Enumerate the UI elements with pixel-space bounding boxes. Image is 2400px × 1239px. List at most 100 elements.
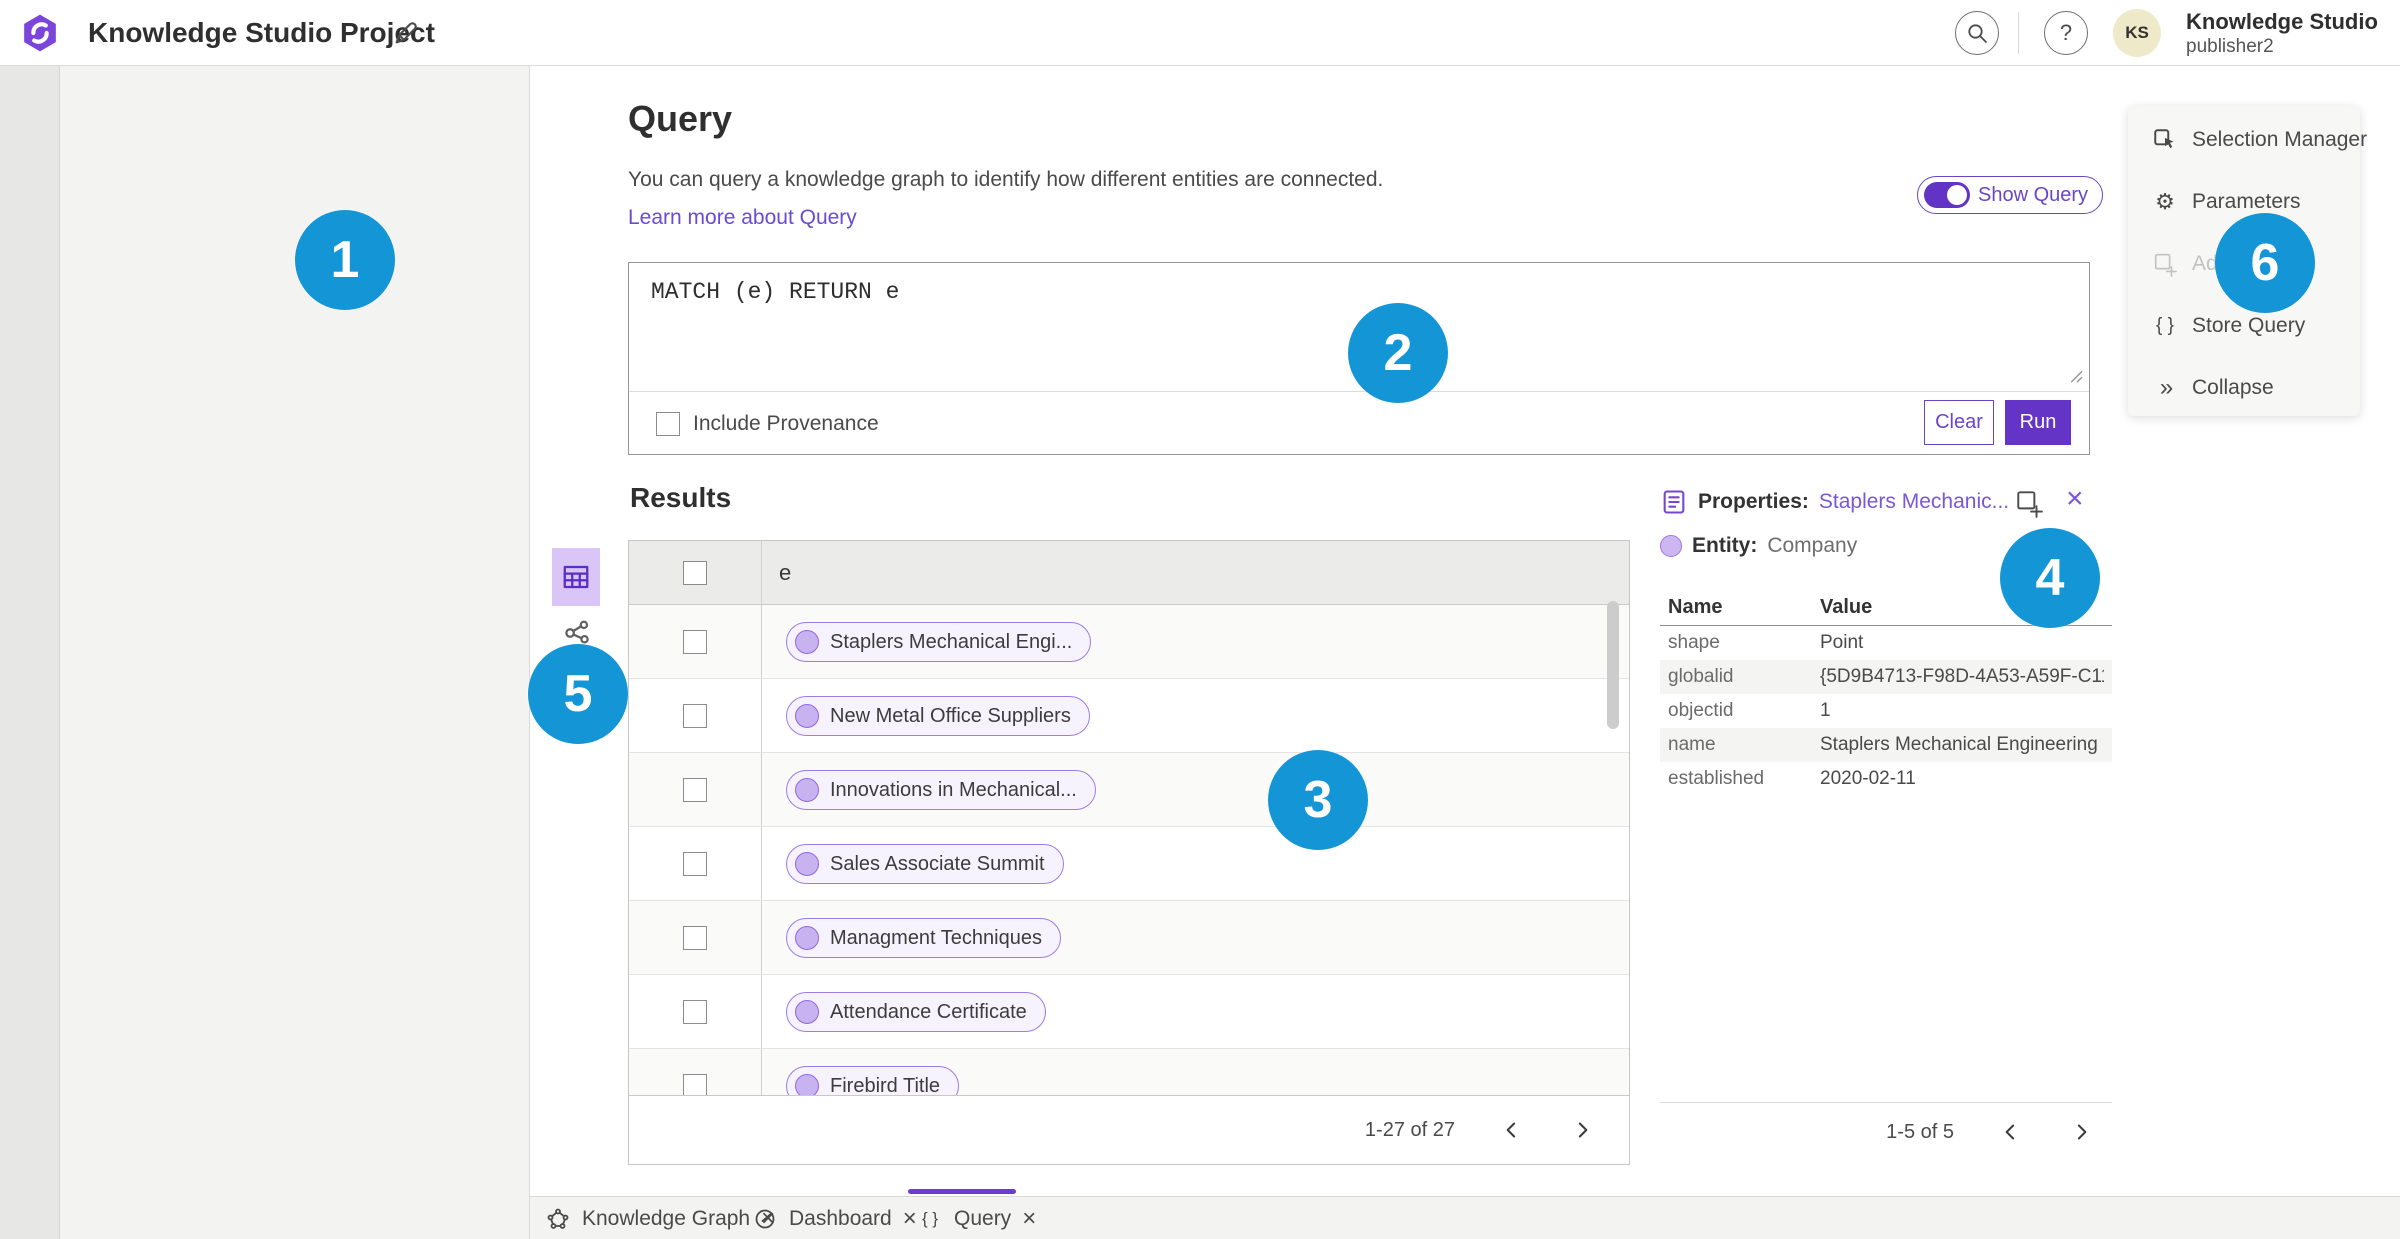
properties-entity-link[interactable]: Staplers Mechanic... — [1819, 490, 2009, 514]
results-table-header: e — [629, 541, 1629, 605]
annotation-badge-1: 1 — [295, 210, 395, 310]
search-button[interactable] — [1955, 11, 1999, 55]
annotation-badge-4: 4 — [2000, 528, 2100, 628]
entity-pill[interactable]: New Metal Office Suppliers — [786, 696, 1090, 736]
help-button[interactable]: ? — [2044, 11, 2088, 55]
entity-dot-icon — [795, 704, 819, 728]
entity-value: Company — [1767, 534, 1858, 557]
vertical-scrollbar-thumb[interactable] — [1607, 601, 1619, 729]
badge-number: 6 — [2250, 234, 2280, 292]
active-tab-indicator — [908, 1189, 1016, 1194]
clear-button[interactable]: Clear — [1924, 400, 1994, 445]
knowledge-studio-app: Knowledge Studio Project ? KS Knowledge … — [0, 0, 2400, 1239]
include-provenance-label: Include Provenance — [693, 412, 879, 435]
table-row[interactable]: Staplers Mechanical Engi... — [629, 605, 1629, 679]
project-title: Knowledge Studio Project — [88, 17, 435, 48]
properties-pagination: 1-5 of 5 — [1660, 1108, 2112, 1156]
tab-knowledge-graph[interactable]: Knowledge Graph × — [545, 1197, 775, 1239]
tab-close-icon[interactable]: × — [1022, 1205, 1036, 1233]
column-separator — [761, 541, 762, 604]
entity-pill[interactable]: Firebird Title — [786, 1066, 960, 1095]
learn-more-link[interactable]: Learn more about Query — [628, 206, 857, 230]
results-heading: Results — [630, 482, 732, 513]
tab-close-icon[interactable]: × — [903, 1205, 917, 1233]
row-checkbox[interactable] — [683, 630, 707, 654]
collapse-item[interactable]: » Collapse — [2128, 357, 2360, 419]
entity-pill-label: Staplers Mechanical Engi... — [830, 630, 1073, 653]
select-all-checkbox[interactable] — [683, 561, 707, 585]
show-query-toggle[interactable]: Show Query — [1917, 176, 2104, 214]
add-to-selection-icon[interactable] — [2014, 488, 2044, 518]
row-checkbox[interactable] — [683, 1074, 707, 1095]
entity-pill-label: New Metal Office Suppliers — [830, 704, 1071, 727]
property-name: shape — [1668, 632, 1720, 653]
page-previous-icon[interactable] — [1499, 1117, 1525, 1143]
entity-pill[interactable]: Attendance Certificate — [786, 992, 1046, 1032]
avatar-initials: KS — [2125, 23, 2149, 42]
col-name-header: Name — [1668, 596, 1723, 618]
property-row: globalid {5D9B4713-F98D-4A53-A59F-C11... — [1660, 660, 2112, 694]
row-checkbox[interactable] — [683, 778, 707, 802]
property-name: established — [1668, 768, 1765, 789]
avatar[interactable]: KS — [2113, 9, 2161, 57]
bottom-tab-strip: Knowledge Graph × Dashboard × { } Query … — [530, 1196, 2400, 1239]
entity-pill[interactable]: Managment Techniques — [786, 918, 1061, 958]
topbar-divider — [2018, 12, 2019, 54]
tab-label: Dashboard — [789, 1206, 892, 1230]
column-header-e: e — [779, 560, 792, 585]
row-checkbox[interactable] — [683, 926, 707, 950]
tab-label: Query — [954, 1206, 1012, 1230]
entity-pill-label: Innovations in Mechanical... — [830, 778, 1077, 801]
braces-icon: { } — [2156, 315, 2174, 336]
properties-page-next-icon[interactable] — [2068, 1119, 2094, 1145]
entity-pill[interactable]: Sales Associate Summit — [786, 844, 1064, 884]
row-checkbox[interactable] — [683, 1000, 707, 1024]
table-row[interactable]: New Metal Office Suppliers — [629, 679, 1629, 753]
tab-query-active[interactable]: { } Query × — [917, 1197, 1036, 1239]
table-row[interactable]: Firebird Title — [629, 1049, 1629, 1095]
entity-pill[interactable]: Staplers Mechanical Engi... — [786, 622, 1092, 662]
tab-dashboard[interactable]: Dashboard × — [752, 1197, 917, 1239]
annotation-badge-2: 2 — [1348, 303, 1448, 403]
annotation-badge-6: 6 — [2215, 213, 2315, 313]
run-button-label: Run — [2019, 411, 2057, 433]
help-icon: ? — [2059, 20, 2073, 45]
entity-type-dot-icon — [1660, 535, 1682, 557]
row-checkbox[interactable] — [683, 704, 707, 728]
page-next-icon[interactable] — [1569, 1117, 1595, 1143]
results-page-count: 1-27 of 27 — [1364, 1118, 1455, 1141]
table-row[interactable]: Sales Associate Summit — [629, 827, 1629, 901]
show-query-label: Show Query — [1978, 183, 2089, 206]
col-value-header: Value — [1820, 596, 1873, 618]
table-row[interactable]: Managment Techniques — [629, 901, 1629, 975]
properties-page-previous-icon[interactable] — [1998, 1119, 2024, 1145]
column-separator — [761, 1049, 762, 1095]
selection-manager-item[interactable]: Selection Manager — [2128, 109, 2367, 171]
property-value: Staplers Mechanical Engineering — [1820, 734, 2098, 755]
table-row[interactable]: Innovations in Mechanical... — [629, 753, 1629, 827]
dashboard-gauge-icon — [752, 1206, 778, 1232]
table-view-button[interactable] — [552, 548, 600, 606]
row-checkbox[interactable] — [683, 852, 707, 876]
resize-grip-icon[interactable] — [2065, 365, 2085, 385]
column-separator — [761, 753, 762, 826]
entity-dot-icon — [795, 852, 819, 876]
column-separator — [761, 901, 762, 974]
edit-title-icon[interactable] — [392, 19, 420, 47]
entity-pill[interactable]: Innovations in Mechanical... — [786, 770, 1096, 810]
user-name: Knowledge Studio — [2186, 9, 2378, 34]
knowledge-graph-icon — [545, 1206, 571, 1232]
properties-label: Properties: — [1698, 490, 1809, 513]
table-row[interactable]: Attendance Certificate — [629, 975, 1629, 1049]
run-button[interactable]: Run — [2005, 400, 2071, 445]
toggle-switch-on[interactable] — [1924, 182, 1970, 208]
entity-label: Entity: — [1692, 534, 1758, 557]
annotation-badge-5: 5 — [528, 644, 628, 744]
results-scroll-area: e Staplers Mechanical Engi... New Metal … — [629, 541, 1629, 1095]
properties-close-icon[interactable]: × — [2066, 482, 2084, 516]
property-value: Point — [1820, 632, 1864, 653]
entity-dot-icon — [795, 1000, 819, 1024]
app-logo-icon[interactable] — [20, 13, 60, 53]
include-provenance-checkbox[interactable] — [656, 412, 680, 436]
badge-number: 3 — [1303, 771, 1333, 829]
